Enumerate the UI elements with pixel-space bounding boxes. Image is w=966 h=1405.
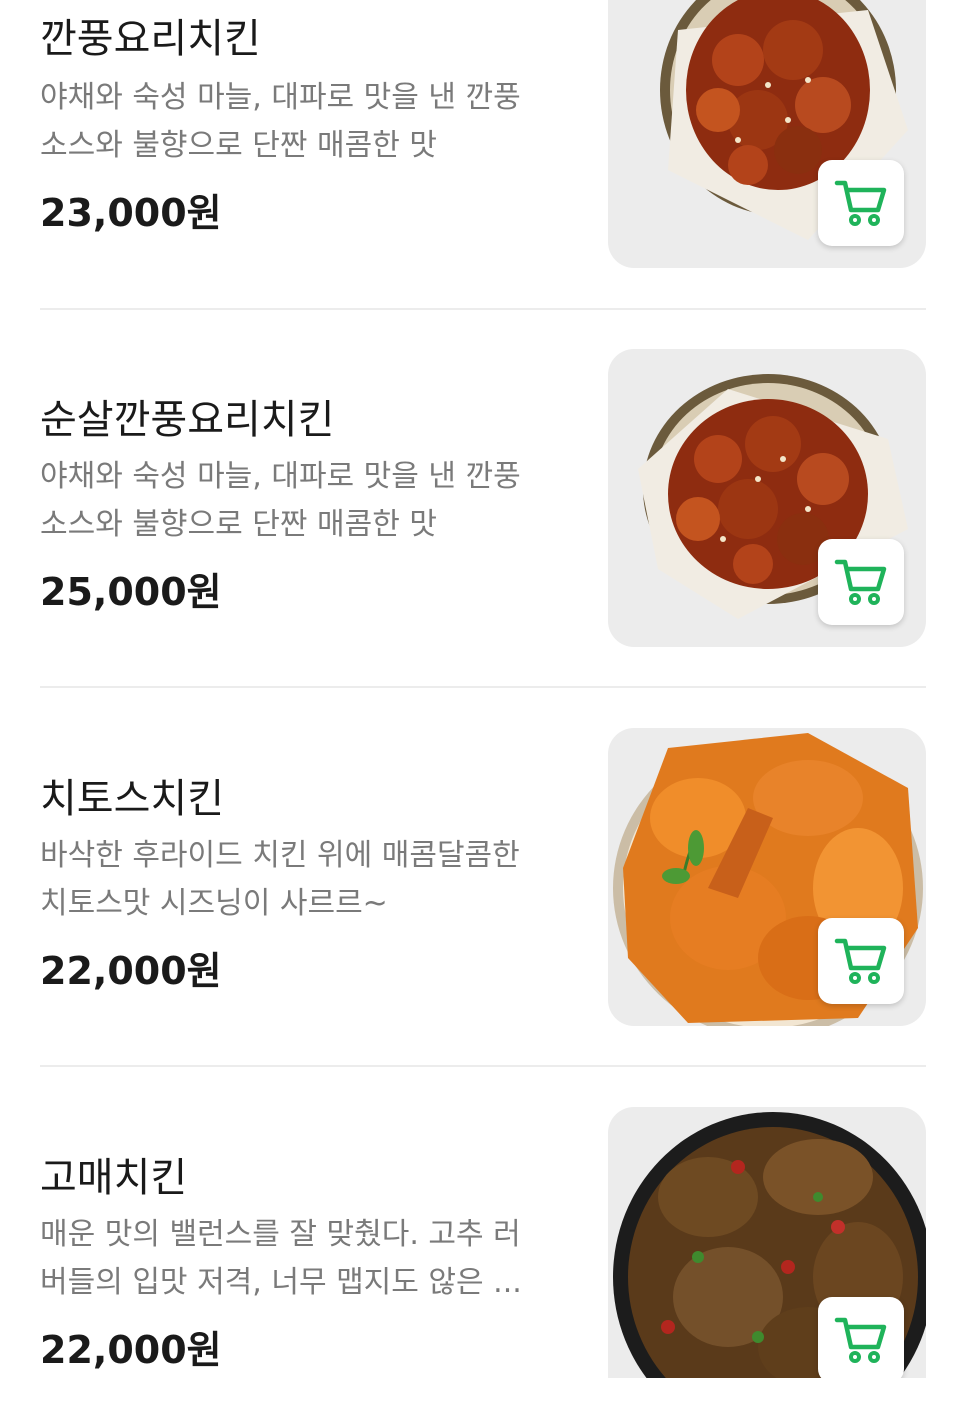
- menu-item-description-line: 야채와 숙성 마늘, 대파로 맛을 낸 깐풍: [40, 459, 521, 494]
- add-to-cart-button[interactable]: [818, 160, 904, 246]
- menu-item-description-line: 매운 맛의 밸런스를 잘 맞췄다. 고추 러: [40, 1217, 521, 1252]
- menu-item-price: 22,000원: [40, 949, 222, 993]
- menu-item-price: 22,000원: [40, 1328, 222, 1372]
- menu-item-description-line: 야채와 숙성 마늘, 대파로 맛을 낸 깐풍: [40, 80, 521, 115]
- cart-icon: [834, 938, 887, 984]
- menu-item-name: 순살깐풍요리치킨: [40, 397, 335, 443]
- cart-icon: [834, 559, 887, 605]
- add-to-cart-button[interactable]: [818, 1297, 904, 1378]
- menu-item-thumbnail[interactable]: [608, 1107, 926, 1378]
- menu-item[interactable]: 고매치킨 매운 맛의 밸런스를 잘 맞췄다. 고추 러 버들의 입맛 저격, 너…: [40, 1107, 926, 1405]
- menu-item-description: 야채와 숙성 마늘, 대파로 맛을 낸 깐풍 소스와 불향으로 단짠 매콤한 맛: [40, 453, 560, 549]
- menu-item-description: 매운 맛의 밸런스를 잘 맞췄다. 고추 러 버들의 입맛 저격, 너무 맵지도…: [40, 1211, 560, 1307]
- menu-item[interactable]: 순살깐풍요리치킨 야채와 숙성 마늘, 대파로 맛을 낸 깐풍 소스와 불향으로…: [40, 349, 926, 647]
- divider: [40, 308, 926, 310]
- cart-icon: [834, 1317, 887, 1363]
- menu-item-description: 야채와 숙성 마늘, 대파로 맛을 낸 깐풍 소스와 불향으로 단짠 매콤한 맛: [40, 74, 560, 170]
- divider: [40, 686, 926, 688]
- menu-item-price: 23,000원: [40, 191, 222, 235]
- menu-item-description-line: 소스와 불향으로 단짠 매콤한 맛: [40, 507, 437, 542]
- add-to-cart-button[interactable]: [818, 539, 904, 625]
- add-to-cart-button[interactable]: [818, 918, 904, 1004]
- menu-item-thumbnail[interactable]: [608, 349, 926, 647]
- menu-item-name: 깐풍요리치킨: [40, 16, 261, 62]
- divider: [40, 1065, 926, 1067]
- menu-item-name: 치토스치킨: [40, 776, 224, 822]
- menu-item[interactable]: 치토스치킨 바삭한 후라이드 치킨 위에 매콤달콤한 치토스맛 시즈닝이 사르르…: [40, 728, 926, 1026]
- menu-item-description-line: 치토스맛 시즈닝이 사르르~: [40, 886, 388, 921]
- menu-item-name: 고매치킨: [40, 1155, 188, 1201]
- menu-item-thumbnail[interactable]: [608, 0, 926, 268]
- menu-item-description: 바삭한 후라이드 치킨 위에 매콤달콤한 치토스맛 시즈닝이 사르르~: [40, 832, 560, 928]
- cart-icon: [834, 180, 887, 226]
- menu-item-thumbnail[interactable]: [608, 728, 926, 1026]
- menu-list: 깐풍요리치킨 야채와 숙성 마늘, 대파로 맛을 낸 깐풍 소스와 불향으로 단…: [0, 0, 966, 1378]
- menu-item-description-line: 소스와 불향으로 단짠 매콤한 맛: [40, 128, 437, 163]
- menu-item-description-line: 바삭한 후라이드 치킨 위에 매콤달콤한: [40, 838, 520, 873]
- menu-item-price: 25,000원: [40, 570, 222, 614]
- menu-item-description-line: 버들의 입맛 저격, 너무 맵지도 않은 ...: [40, 1265, 522, 1300]
- menu-item[interactable]: 깐풍요리치킨 야채와 숙성 마늘, 대파로 맛을 낸 깐풍 소스와 불향으로 단…: [40, 0, 926, 268]
